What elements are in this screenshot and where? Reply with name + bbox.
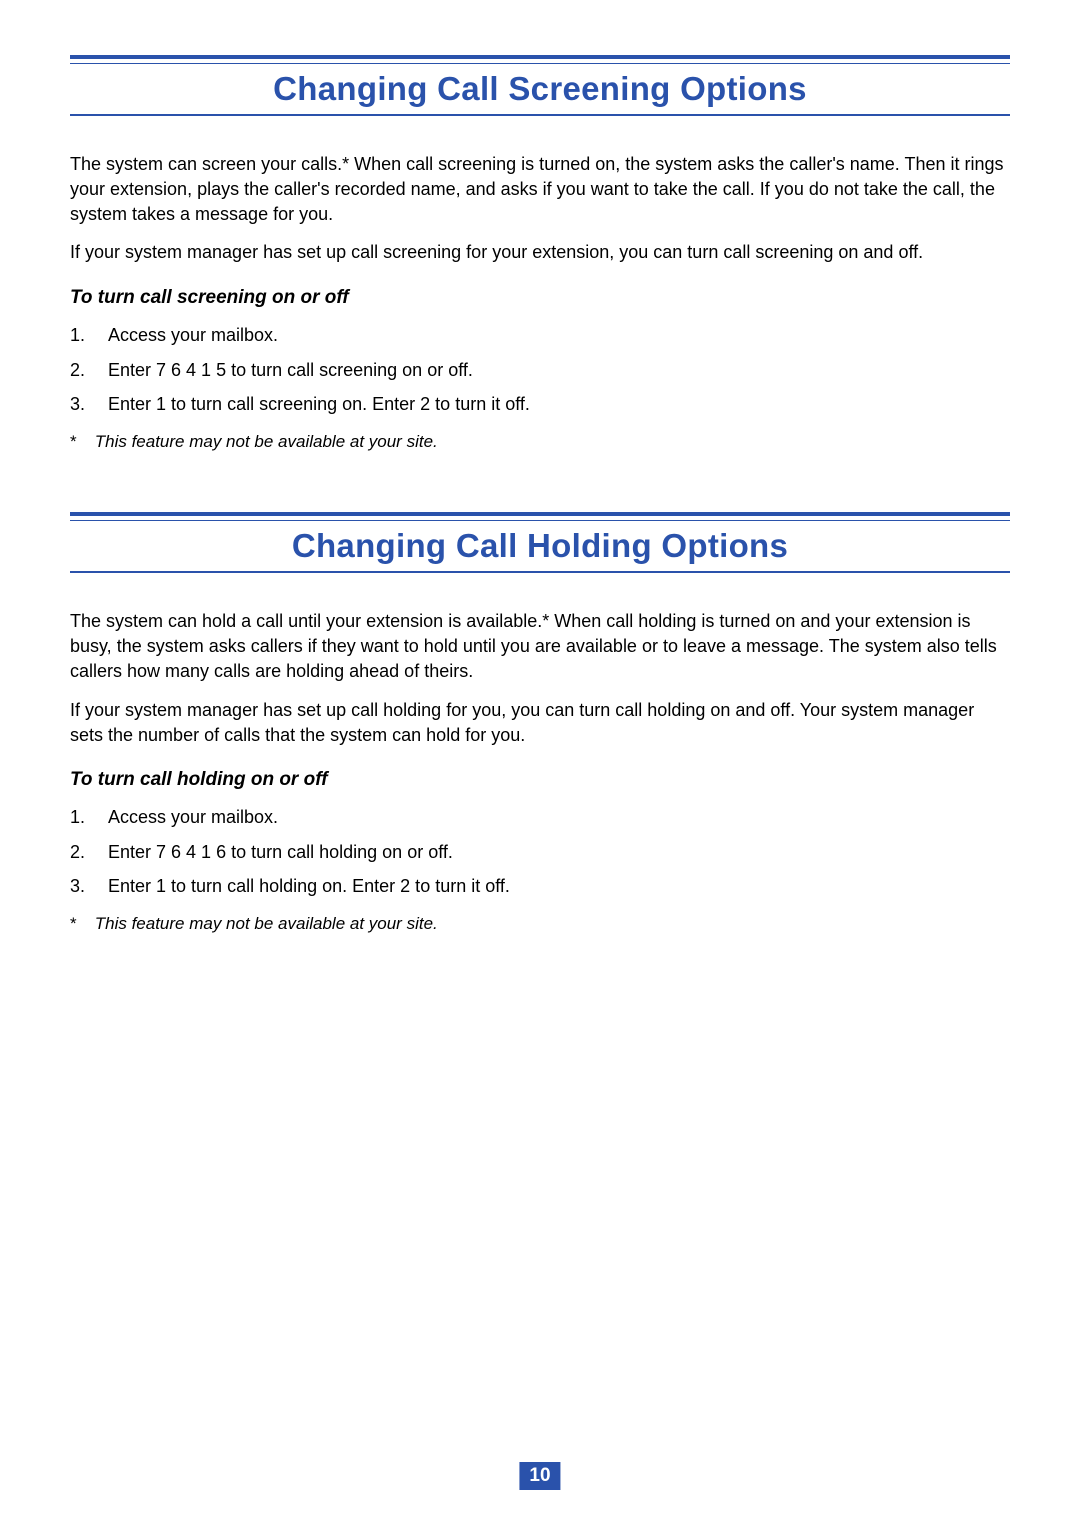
footnote-text: This feature may not be available at you… [95,914,438,933]
step-number: 1. [70,323,108,347]
section-2-paragraph-2: If your system manager has set up call h… [70,698,1010,748]
step-text: Access your mailbox. [108,323,1010,347]
step-text: Access your mailbox. [108,805,1010,829]
footnote-text: This feature may not be available at you… [95,432,438,451]
section-1-paragraph-1: The system can screen your calls.* When … [70,152,1010,226]
section-gap [70,452,1010,512]
section-2-title-rule: Changing Call Holding Options [70,512,1010,573]
section-1-paragraph-2: If your system manager has set up call s… [70,240,1010,265]
step-text: Enter 7 6 4 1 5 to turn call screening o… [108,358,1010,382]
section-2-paragraph-1: The system can hold a call until your ex… [70,609,1010,683]
list-item: 3. Enter 1 to turn call screening on. En… [70,392,1010,416]
section-2-subhead: To turn call holding on or off [70,769,1010,791]
page-number: 10 [519,1462,560,1490]
document-page: Changing Call Screening Options The syst… [0,0,1080,1528]
step-number: 3. [70,392,108,416]
list-item: 1. Access your mailbox. [70,805,1010,829]
section-1-inner-line: Changing Call Screening Options [70,63,1010,108]
list-item: 1. Access your mailbox. [70,323,1010,347]
section-2-title: Changing Call Holding Options [70,527,1010,565]
list-item: 2. Enter 7 6 4 1 6 to turn call holding … [70,840,1010,864]
step-text: Enter 1 to turn call holding on. Enter 2… [108,874,1010,898]
step-text: Enter 7 6 4 1 6 to turn call holding on … [108,840,1010,864]
section-1-title-rule: Changing Call Screening Options [70,55,1010,116]
step-number: 2. [70,358,108,382]
footnote-marker: * [70,914,90,934]
section-2-footnote: * This feature may not be available at y… [70,914,1010,934]
step-text: Enter 1 to turn call screening on. Enter… [108,392,1010,416]
step-number: 2. [70,840,108,864]
step-number: 1. [70,805,108,829]
footnote-marker: * [70,432,90,452]
section-2-inner-line: Changing Call Holding Options [70,520,1010,565]
list-item: 2. Enter 7 6 4 1 5 to turn call screenin… [70,358,1010,382]
section-1-steps: 1. Access your mailbox. 2. Enter 7 6 4 1… [70,323,1010,416]
section-1-subhead: To turn call screening on or off [70,287,1010,309]
section-1-footnote: * This feature may not be available at y… [70,432,1010,452]
step-number: 3. [70,874,108,898]
list-item: 3. Enter 1 to turn call holding on. Ente… [70,874,1010,898]
section-2-steps: 1. Access your mailbox. 2. Enter 7 6 4 1… [70,805,1010,898]
section-1-title: Changing Call Screening Options [70,70,1010,108]
